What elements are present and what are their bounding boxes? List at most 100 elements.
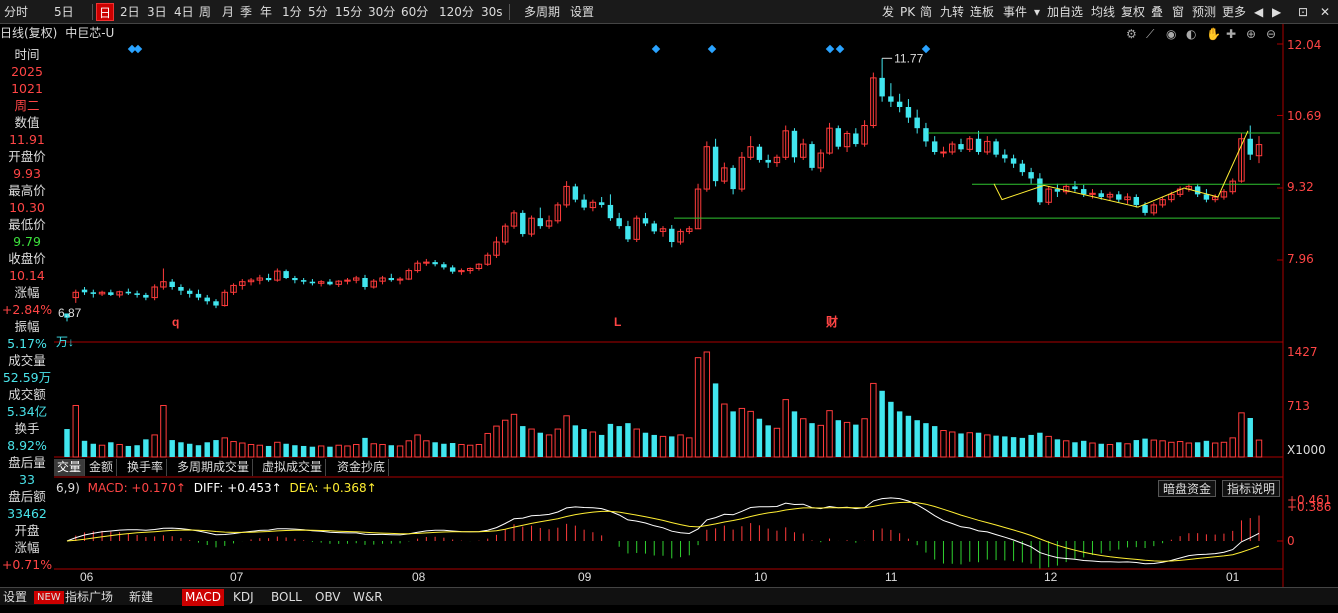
indicator-tab-8[interactable]: W&R <box>350 589 386 606</box>
tool-button-8[interactable]: 均线 <box>1089 3 1117 21</box>
tool-button-2[interactable]: 简 <box>918 3 934 21</box>
tool-button-0[interactable]: 发 <box>880 3 896 21</box>
period-button-15[interactable]: 60分 <box>399 3 430 21</box>
volume-bar <box>669 436 675 457</box>
close-icon[interactable]: ✕ <box>1318 3 1332 21</box>
volume-bar <box>98 444 106 458</box>
indicator-tab-2[interactable]: 指标广场 <box>62 589 116 606</box>
candle-body <box>923 128 929 142</box>
volume-bar <box>335 444 342 458</box>
kline-chart[interactable]: 11.77 6.87 q L 财万↓ 06 07 08 09 10 11 12 01 ⚙ ⟋ ◉ ◐ ✋ ✚ ⊕ ⊖ <box>54 24 1284 587</box>
tool-button-10[interactable]: 叠 <box>1149 3 1165 21</box>
chart-tool-icon[interactable]: ◉ <box>1166 27 1176 41</box>
volume-bar <box>589 431 597 458</box>
period-button-8[interactable]: 月 <box>220 3 236 21</box>
dropdown-icon[interactable]: ▾ <box>1032 3 1042 21</box>
period-button-17[interactable]: 30s <box>479 3 505 21</box>
field-label: 收盘价 <box>8 251 46 266</box>
volume-bar <box>554 428 562 458</box>
period-button-14[interactable]: 30分 <box>366 3 397 21</box>
period-button-7[interactable]: 周 <box>197 3 213 21</box>
period-button-3[interactable]: 日 <box>96 3 115 21</box>
indicator-tab-5[interactable]: KDJ <box>230 589 257 606</box>
volume-bar <box>90 443 97 457</box>
volume-bar <box>1019 437 1026 457</box>
candle-body <box>581 199 587 208</box>
volume-bar <box>1150 439 1158 458</box>
chart-tool-icon[interactable]: ✋ <box>1206 27 1221 41</box>
chart-tool-icon[interactable]: ◐ <box>1186 27 1196 41</box>
tool-button-7[interactable]: 加自选 <box>1045 3 1085 21</box>
volume-bar <box>1247 418 1253 457</box>
period-button-12[interactable]: 5分 <box>306 3 330 21</box>
period-toolbar: 分时 5日 日 2日 3日 4日周月季年 1分 5分 15分 30分 60分 120分 30s 多周期 设置… <box>0 0 1338 24</box>
indicator-tab-3[interactable]: 新建 <box>126 589 156 606</box>
candle-body <box>625 226 631 240</box>
period-button-19[interactable]: 多周期 <box>522 3 562 21</box>
tool-button-3[interactable]: 九转 <box>938 3 966 21</box>
candle-body <box>888 96 894 102</box>
tool-button-11[interactable]: 窗 <box>1170 3 1186 21</box>
candle-body <box>756 146 763 160</box>
tool-button-4[interactable]: 连板 <box>968 3 996 21</box>
field-value: 2025 <box>11 64 43 79</box>
volume-bar <box>353 443 360 458</box>
dark-fund-button[interactable]: 暗盘资金 <box>1158 480 1217 497</box>
dea-value: DEA: +0.368↑ <box>289 481 377 495</box>
volume-tab-2[interactable]: 换手率 <box>124 459 168 476</box>
volume-bar <box>178 442 184 457</box>
indicator-help-button[interactable]: 指标说明 <box>1222 480 1281 497</box>
period-button-6[interactable]: 4日 <box>172 3 196 21</box>
volume-tab-3[interactable]: 多周期成交量 <box>174 459 254 476</box>
indicator-tab-0[interactable]: 设置 <box>0 589 30 606</box>
volume-bar <box>520 426 526 457</box>
field-label: 成交量 <box>8 353 46 368</box>
field-value: 33 <box>19 472 35 487</box>
tool-button-1[interactable]: PK <box>898 3 917 21</box>
field-label: 最低价 <box>8 217 46 232</box>
next-icon[interactable]: ▶ <box>1270 3 1283 21</box>
volume-bar <box>1168 441 1175 458</box>
volume-bar <box>1142 438 1148 457</box>
prev-icon[interactable]: ◀ <box>1252 3 1265 21</box>
x-tick-label: 12 <box>1044 570 1058 584</box>
indicator-tab-1[interactable]: NEW <box>34 591 64 604</box>
volume-tab-0[interactable]: 交量 <box>54 459 86 476</box>
tool-button-13[interactable]: 更多 <box>1220 3 1248 21</box>
volume-bar <box>160 404 167 458</box>
volume-tab-1[interactable]: 金额 <box>86 459 118 476</box>
candle-body <box>213 301 219 306</box>
volume-bar <box>817 424 824 458</box>
period-button-13[interactable]: 15分 <box>333 3 364 21</box>
tool-button-5[interactable]: 事件 <box>1001 3 1029 21</box>
indicator-tab-7[interactable]: OBV <box>312 589 344 606</box>
chart-tool-icon[interactable]: ⊖ <box>1266 27 1276 41</box>
period-button-20[interactable]: 设置 <box>568 3 596 21</box>
indicator-tab-4[interactable]: MACD <box>182 589 224 606</box>
volume-bar <box>572 425 579 457</box>
period-button-1[interactable]: 5日 <box>52 3 76 21</box>
chart-tool-icon[interactable]: ⚙ <box>1126 27 1137 41</box>
indicator-tab-6[interactable]: BOLL <box>268 589 305 606</box>
chart-tool-icon[interactable]: ⊕ <box>1246 27 1256 41</box>
period-button-0[interactable]: 分时 <box>2 3 30 21</box>
period-button-9[interactable]: 季 <box>238 3 254 21</box>
tool-button-12[interactable]: 预测 <box>1190 3 1218 21</box>
volume-bar <box>151 434 158 458</box>
period-button-5[interactable]: 3日 <box>145 3 169 21</box>
period-button-10[interactable]: 年 <box>258 3 274 21</box>
chart-tool-icon[interactable]: ✚ <box>1226 27 1236 41</box>
volume-tab-5[interactable]: 资金抄底 <box>334 459 390 476</box>
volume-bar <box>756 418 763 457</box>
period-button-4[interactable]: 2日 <box>118 3 142 21</box>
restore-icon[interactable]: ⊡ <box>1296 3 1310 21</box>
candle-body <box>1142 204 1148 213</box>
period-button-11[interactable]: 1分 <box>280 3 304 21</box>
period-button-16[interactable]: 120分 <box>437 3 476 21</box>
volume-tab-4[interactable]: 虚拟成交量 <box>259 459 327 476</box>
tool-button-9[interactable]: 复权 <box>1119 3 1147 21</box>
volume-bar <box>958 433 964 457</box>
volume-bar <box>861 418 868 458</box>
volume-bar <box>809 423 815 457</box>
chart-tool-icon[interactable]: ⟋ <box>1146 27 1155 41</box>
